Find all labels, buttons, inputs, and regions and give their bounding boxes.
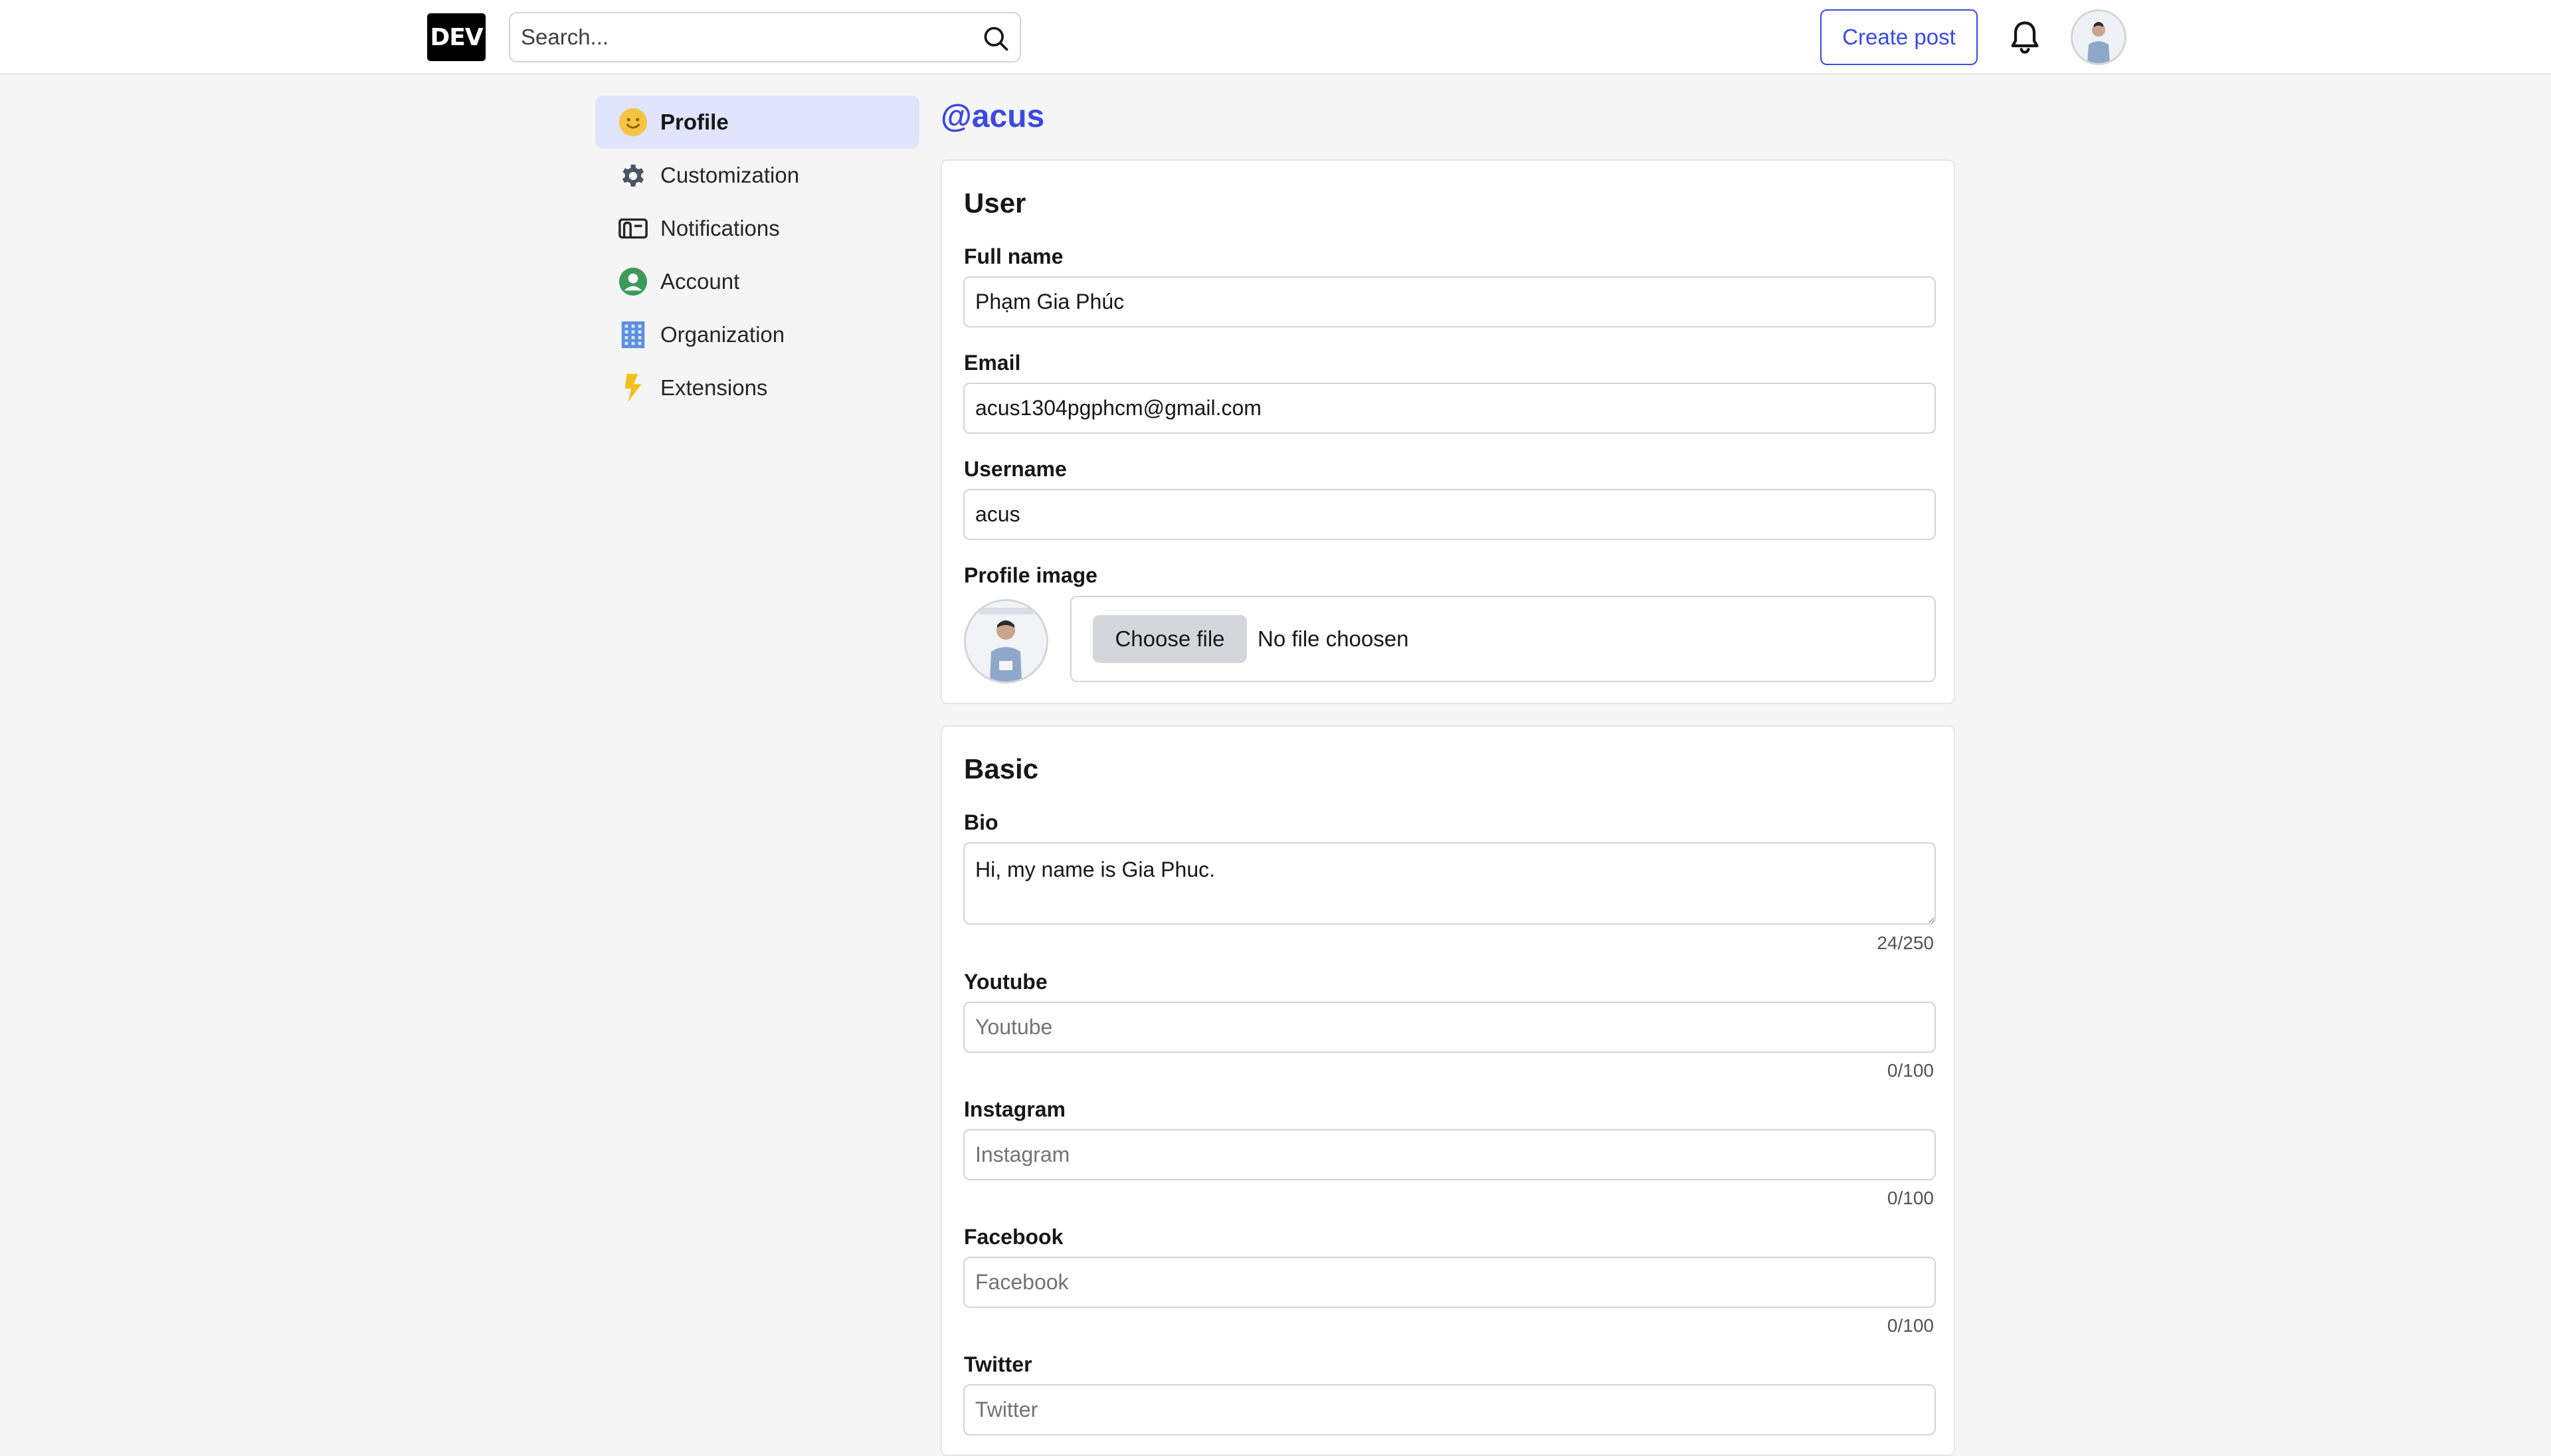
full-name-field[interactable]: [963, 276, 1936, 327]
section-title: User: [964, 187, 1026, 219]
mailbox-icon: [618, 213, 648, 244]
settings-sidebar: Profile Customization Notifications Acco…: [595, 96, 919, 414]
user-avatar[interactable]: [2071, 9, 2126, 65]
instagram-char-counter: 0/100: [1887, 1188, 1934, 1208]
email-field[interactable]: [963, 383, 1936, 434]
choose-file-button[interactable]: Choose file: [1093, 615, 1247, 663]
sidebar-item-profile[interactable]: Profile: [595, 96, 919, 149]
sidebar-item-label: Notifications: [660, 216, 780, 240]
sidebar-item-label: Organization: [660, 322, 785, 347]
sidebar-item-extensions[interactable]: Extensions: [595, 361, 919, 414]
facebook-label: Facebook: [964, 1225, 1064, 1249]
bio-label: Bio: [964, 810, 998, 834]
sidebar-item-label: Customization: [660, 163, 800, 187]
bio-textarea[interactable]: Hi, my name is Gia Phuc.: [963, 842, 1936, 925]
profile-image-label: Profile image: [964, 563, 1097, 587]
username-label: Username: [964, 457, 1067, 481]
building-icon: [618, 319, 648, 350]
lightning-icon: [618, 373, 648, 403]
username-field[interactable]: [963, 489, 1936, 540]
file-status-text: No file choosen: [1258, 626, 1409, 651]
dev-logo[interactable]: DEV: [427, 13, 486, 61]
sidebar-item-label: Account: [660, 269, 740, 294]
search-input[interactable]: [510, 13, 1020, 61]
email-label: Email: [964, 351, 1021, 375]
profile-handle: @acus: [941, 99, 1045, 134]
youtube-field[interactable]: [963, 1002, 1936, 1053]
file-input[interactable]: Choose file No file choosen: [1070, 596, 1936, 682]
create-post-button[interactable]: Create post: [1820, 9, 1978, 65]
facebook-field[interactable]: [963, 1257, 1936, 1308]
avatar-photo: [2073, 11, 2125, 63]
profile-photo: [966, 601, 1046, 682]
search-icon[interactable]: [981, 24, 1010, 53]
bio-char-counter: 24/250: [1877, 933, 1934, 953]
sidebar-item-notifications[interactable]: Notifications: [595, 202, 919, 255]
gear-icon: [618, 160, 648, 191]
full-name-label: Full name: [964, 244, 1064, 268]
sidebar-item-organization[interactable]: Organization: [595, 308, 919, 361]
facebook-char-counter: 0/100: [1887, 1315, 1934, 1336]
profile-image-preview: [964, 599, 1048, 683]
user-section-card: User Full name Email Username Profile im…: [941, 159, 1955, 704]
youtube-char-counter: 0/100: [1887, 1060, 1934, 1081]
section-title: Basic: [964, 753, 1039, 784]
twitter-label: Twitter: [964, 1352, 1032, 1376]
basic-section-card: Basic Bio Hi, my name is Gia Phuc. 24/25…: [941, 725, 1955, 1456]
sidebar-item-label: Extensions: [660, 375, 768, 400]
instagram-field[interactable]: [963, 1129, 1936, 1180]
youtube-label: Youtube: [964, 970, 1048, 994]
sidebar-item-account[interactable]: Account: [595, 255, 919, 308]
user-circle-icon: [618, 266, 648, 297]
bell-icon[interactable]: [2008, 19, 2042, 56]
sidebar-item-label: Profile: [660, 110, 729, 134]
sidebar-item-customization[interactable]: Customization: [595, 149, 919, 202]
instagram-label: Instagram: [964, 1097, 1066, 1121]
twitter-field[interactable]: [963, 1384, 1936, 1435]
smiley-icon: [618, 107, 648, 137]
top-header: DEV Create post: [0, 0, 2551, 74]
search-box[interactable]: [509, 12, 1021, 62]
